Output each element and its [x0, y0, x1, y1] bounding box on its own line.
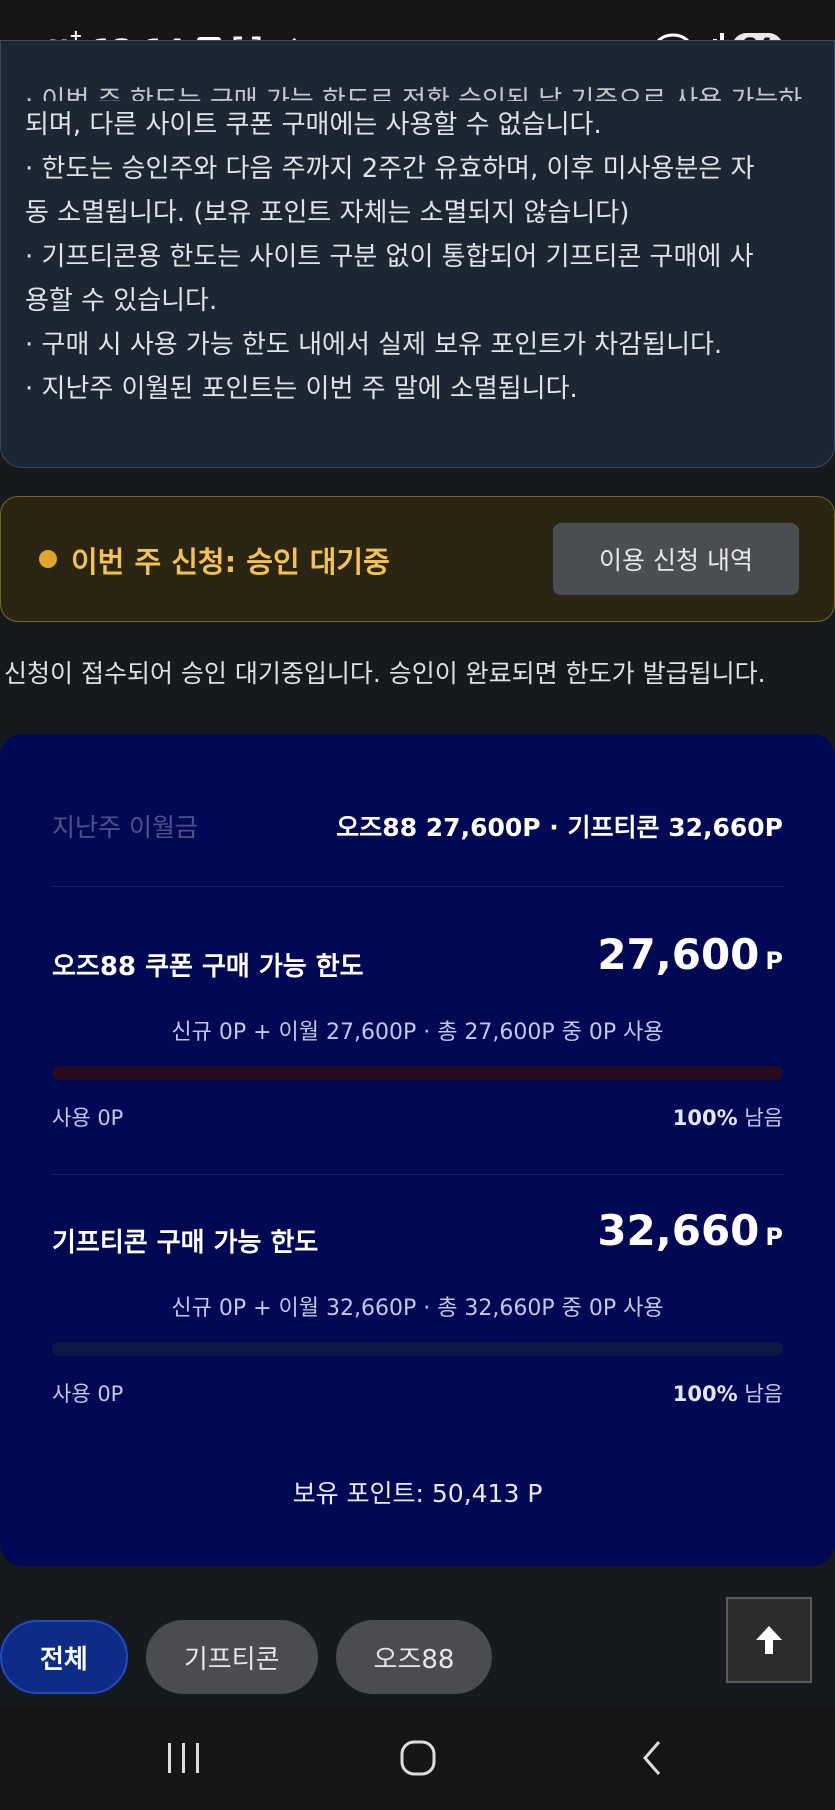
oz88-limit-title: 오즈88 쿠폰 구매 가능 한도 [52, 952, 364, 982]
oz88-remaining-label: 100% 남음 [672, 1106, 783, 1130]
owned-points: 보유 포인트: 50,413 P [292, 1479, 543, 1508]
status-dot-icon [39, 550, 57, 568]
scroll-to-top-button[interactable] [726, 1597, 812, 1683]
gifticon-limit-breakdown: 신규 0P + 이월 32,660P · 총 32,660P 중 0P 사용 [171, 1296, 664, 1321]
gifticon-limit-title: 기프티콘 구매 가능 한도 [52, 1228, 319, 1258]
gifticon-used-label: 사용 0P [52, 1382, 124, 1406]
filter-gifticon-chip[interactable]: 기프티콘 [145, 1620, 318, 1694]
oz88-limit-breakdown: 신규 0P + 이월 27,600P · 총 27,600P 중 0P 사용 [171, 1020, 664, 1045]
arrow-up-icon [756, 1626, 782, 1654]
application-status-bar: 이번 주 신청: 승인 대기중 이용 신청 내역 [0, 496, 835, 622]
application-history-button[interactable]: 이용 신청 내역 [553, 523, 799, 595]
gifticon-progress-bar [52, 1342, 783, 1356]
home-button[interactable] [378, 1728, 458, 1788]
notice-line: · 한도는 승인주와 다음 주까지 2주간 유효하며, 이후 미사용분은 자 [25, 154, 755, 184]
oz88-progress-bar [52, 1066, 783, 1080]
prev-week-label: 지난주 이월금 [52, 813, 198, 842]
gifticon-limit-section: 기프티콘 구매 가능 한도 32,660 P 신규 0P + 이월 32,660P… [52, 1206, 783, 1426]
back-icon [643, 1741, 661, 1775]
filter-oz88-chip[interactable]: 오즈88 [335, 1620, 493, 1694]
system-nav-bar [0, 1706, 835, 1810]
prev-week-row: 지난주 이월금 오즈88 27,600P · 기프티콘 32,660P [52, 806, 783, 846]
oz88-limit-amount: 27,600 P [597, 930, 783, 979]
notice-line: 되며, 다른 사이트 쿠폰 구매에는 사용할 수 없습니다. [25, 110, 602, 140]
limit-card: 지난주 이월금 오즈88 27,600P · 기프티콘 32,660P 오즈88… [0, 734, 835, 1566]
divider [52, 1174, 783, 1175]
application-description: 신청이 접수되어 승인 대기중입니다. 승인이 완료되면 한도가 발급됩니다. [4, 659, 766, 688]
notice-line: 동 소멸됩니다. (보유 포인트 자체는 소멸되지 않습니다) [25, 198, 630, 228]
filter-chips: 전체 기프티콘 오즈88 [0, 1620, 493, 1694]
gifticon-remaining-label: 100% 남음 [672, 1382, 783, 1406]
application-status: 이번 주 신청: 승인 대기중 [71, 545, 390, 579]
oz88-limit-section: 오즈88 쿠폰 구매 가능 한도 27,600 P 신규 0P + 이월 27,6… [52, 930, 783, 1150]
notice-line: · 기프티콘용 한도는 사이트 구분 없이 통합되어 기프티콘 구매에 사 [25, 242, 754, 272]
notice-line: · 구매 시 사용 가능 한도 내에서 실제 보유 포인트가 차감됩니다. [25, 330, 723, 360]
notice-line: · 지난주 이월된 포인트는 이번 주 말에 소멸됩니다. [25, 374, 578, 404]
notice-box: · 이번 주 한도는 구매 가능 한도로 전환 승인된 날 기준으로 사용 가능… [0, 40, 835, 468]
gifticon-limit-amount: 32,660 P [597, 1206, 783, 1255]
notice-cutoff-line: · 이번 주 한도는 구매 가능 한도로 전환 승인된 날 기준으로 사용 가능… [25, 86, 803, 101]
divider [52, 886, 783, 887]
notice-line: 용할 수 있습니다. [25, 286, 218, 316]
recent-apps-button[interactable] [144, 1728, 224, 1788]
back-button[interactable] [612, 1728, 692, 1788]
oz88-used-label: 사용 0P [52, 1106, 124, 1130]
filter-all-chip[interactable]: 전체 [0, 1620, 128, 1694]
home-icon [400, 1740, 436, 1776]
prev-week-values: 오즈88 27,600P · 기프티콘 32,660P [336, 813, 783, 842]
recent-apps-icon [168, 1743, 199, 1773]
